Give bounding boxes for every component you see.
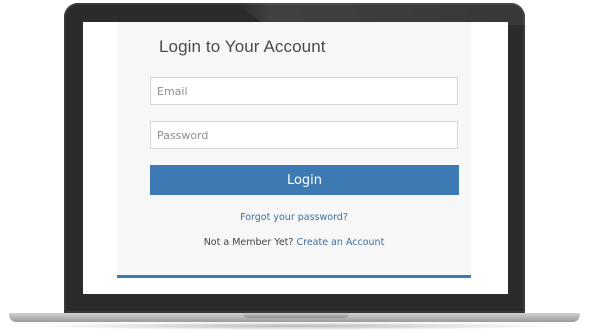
laptop-base-notch <box>243 313 349 318</box>
login-form-panel: Login to Your Account Login Forgot your … <box>117 22 471 278</box>
create-account-link[interactable]: Create an Account <box>296 237 384 248</box>
laptop-shadow <box>30 322 560 330</box>
email-field[interactable] <box>150 77 458 105</box>
form-title: Login to Your Account <box>159 37 326 56</box>
signup-prompt: Not a Member Yet? Create an Account <box>117 237 471 248</box>
password-field[interactable] <box>150 121 458 149</box>
not-member-text: Not a Member Yet? <box>203 237 294 248</box>
forgot-password-link[interactable]: Forgot your password? <box>117 212 471 223</box>
login-button[interactable]: Login <box>150 165 459 195</box>
laptop-screen: Login to Your Account Login Forgot your … <box>83 22 508 294</box>
